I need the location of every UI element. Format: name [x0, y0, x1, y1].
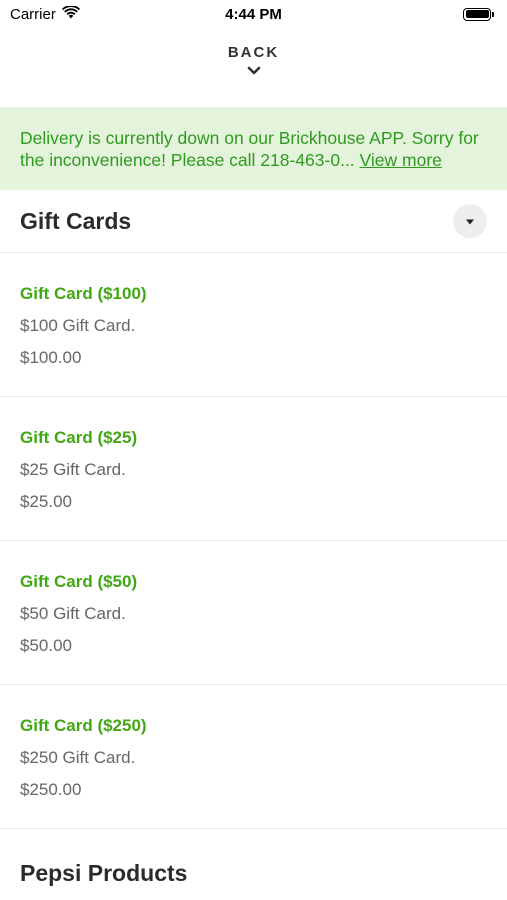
status-bar: Carrier 4:44 PM	[0, 0, 507, 28]
wifi-icon	[61, 4, 80, 23]
back-button[interactable]: BACK	[0, 44, 507, 94]
view-more-link[interactable]: View more	[360, 150, 442, 170]
item-name: Gift Card ($25)	[20, 428, 138, 447]
chevron-down-icon	[247, 63, 261, 81]
item-description: $25 Gift Card.	[20, 460, 126, 479]
item-price: $25.00	[20, 492, 72, 511]
item-price: $100.00	[20, 348, 82, 367]
list-item[interactable]: Gift Card ($50) $50 Gift Card. $50.00	[0, 541, 507, 685]
caret-down-icon	[465, 212, 475, 230]
item-price: $250.00	[20, 780, 82, 799]
item-name: Gift Card ($250)	[20, 716, 147, 735]
item-description: $100 Gift Card.	[20, 316, 136, 335]
battery-icon	[463, 7, 494, 21]
item-description: $250 Gift Card.	[20, 748, 136, 767]
item-name: Gift Card ($100)	[20, 284, 147, 303]
list-item[interactable]: Gift Card ($250) $250 Gift Card. $250.00	[0, 685, 507, 829]
item-price: $50.00	[20, 636, 72, 655]
section-title-pepsi-products: Pepsi Products	[20, 860, 188, 886]
section-dropdown-button[interactable]	[453, 204, 487, 238]
list-item[interactable]: Gift Card ($100) $100 Gift Card. $100.00	[0, 253, 507, 397]
gift-card-list: Gift Card ($100) $100 Gift Card. $100.00…	[0, 253, 507, 829]
item-description: $50 Gift Card.	[20, 604, 126, 623]
section-header-gift-cards: Gift Cards	[0, 190, 507, 253]
section-title: Gift Cards	[20, 207, 132, 234]
item-name: Gift Card ($50)	[20, 572, 138, 591]
delivery-notice-banner: Delivery is currently down on our Brickh…	[0, 107, 507, 190]
back-label: BACK	[227, 44, 280, 61]
list-item[interactable]: Gift Card ($25) $25 Gift Card. $25.00	[0, 397, 507, 541]
status-left: Carrier	[10, 4, 80, 23]
carrier-label: Carrier	[10, 5, 56, 23]
